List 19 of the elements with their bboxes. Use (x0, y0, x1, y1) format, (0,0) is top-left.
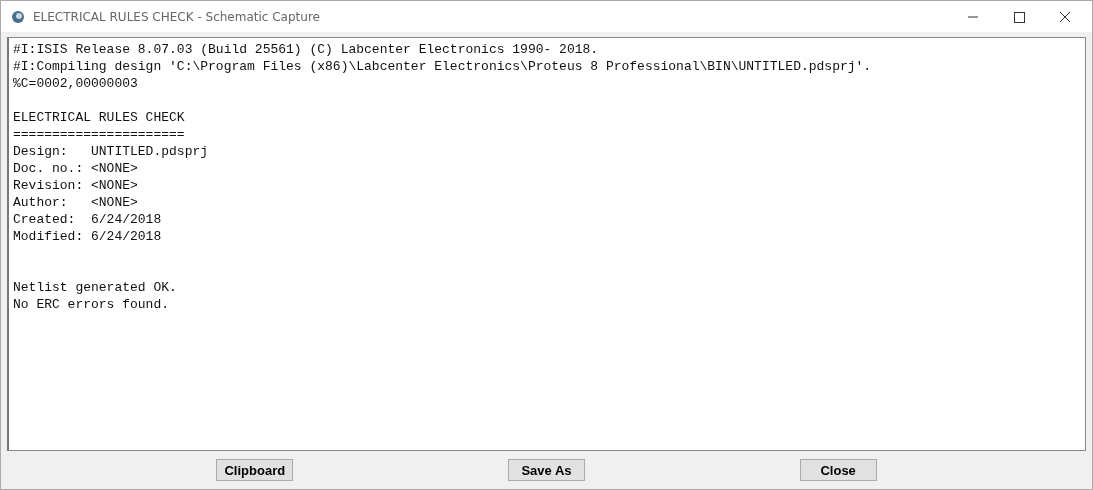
log-line: Doc. no.: <NONE> (13, 160, 138, 177)
dialog-button[interactable]: Close (799, 459, 877, 481)
log-line: %C=0002,00000003 (13, 75, 138, 92)
log-line: Created: 6/24/2018 (13, 211, 162, 228)
output-text-area[interactable] (7, 37, 1086, 451)
log-line: Modified: 6/24/2018 (13, 228, 162, 245)
log-line: #I:Compiling design 'C:\Program Files (x86)\Labcenter Electronics\Proteus 8 Professional\BIN\UNTITLED.pdsprj'. (13, 58, 872, 75)
log-line: Author: <NONE> (13, 194, 138, 211)
log-line: No ERC errors found. (13, 296, 170, 313)
log-line: ELECTRICAL RULES CHECK (13, 109, 185, 126)
log-line: Revision: <NONE> (13, 177, 138, 194)
window-title: ELECTRICAL RULES CHECK - Schematic Capture (33, 9, 321, 24)
log-line: #I:ISIS Release 8.07.03 (Build 25561) (C) Labcenter Electronics 1990- 2018. (13, 41, 599, 58)
dialog-button[interactable]: Clipboard (216, 459, 294, 481)
log-line: Design: UNTITLED.pdsprj (13, 143, 209, 160)
app-icon (11, 9, 25, 24)
log-line: Netlist generated OK. (13, 279, 177, 296)
log-line: ====================== (13, 126, 185, 143)
dialog-button[interactable]: Save As (508, 459, 585, 481)
